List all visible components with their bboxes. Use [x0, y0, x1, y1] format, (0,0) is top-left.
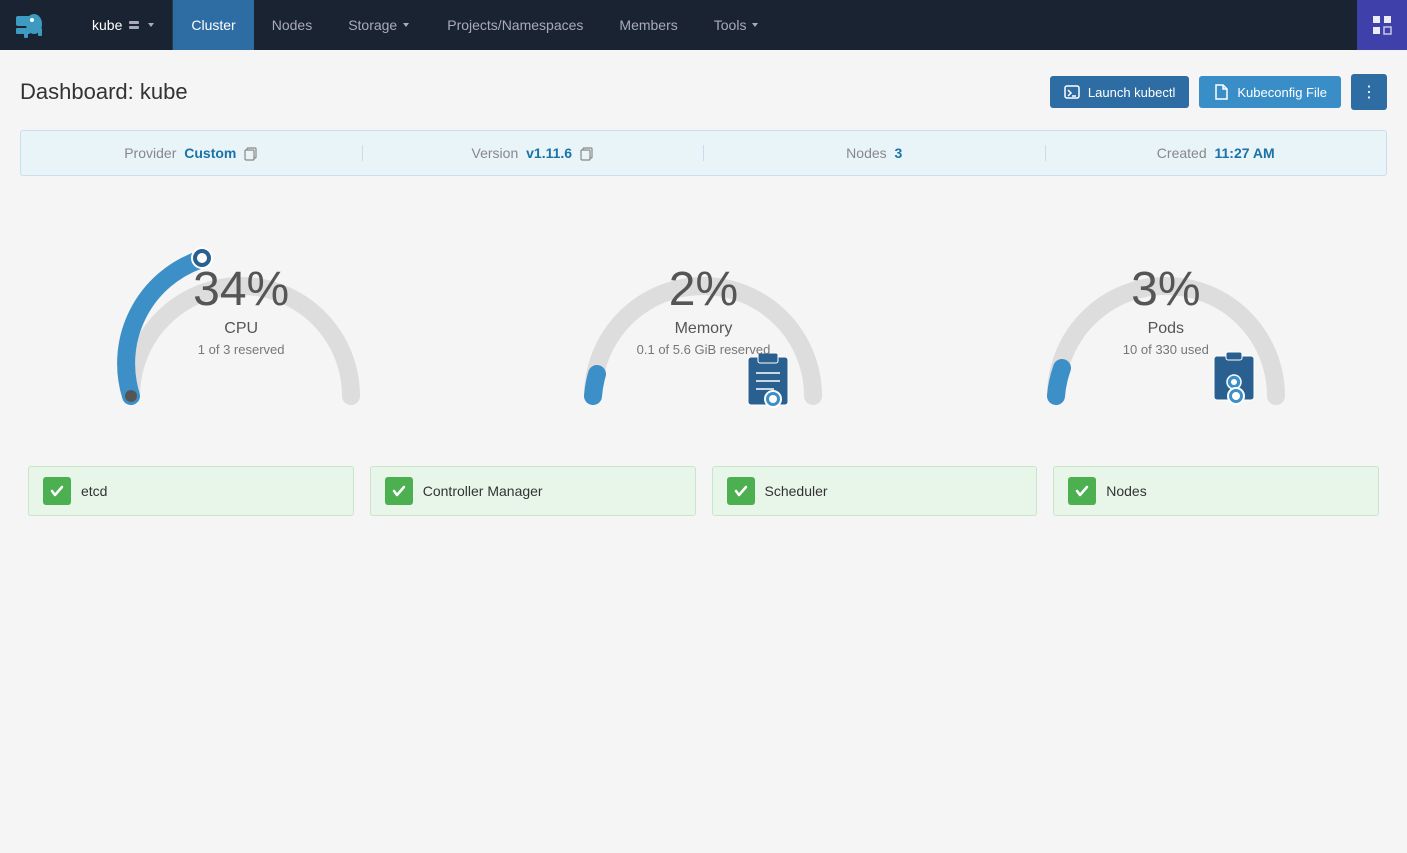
scheduler-label: Scheduler [765, 483, 828, 499]
nav-item-tools[interactable]: Tools [696, 0, 779, 50]
provider-info: Provider Custom [21, 145, 363, 161]
checkmark-icon [1074, 483, 1090, 499]
info-bar: Provider Custom Version v1.11.6 Nodes 3 [20, 130, 1387, 176]
nav-menu: Cluster Nodes Storage Projects/Namespace… [173, 0, 1357, 50]
cpu-gauge: 34% CPU 1 of 3 reserved [20, 206, 462, 426]
cluster-selector[interactable]: kube [76, 0, 173, 50]
status-scheduler: Scheduler [712, 466, 1038, 516]
main-content: Dashboard: kube Launch kubectl Kubeconfi… [0, 50, 1407, 546]
scheduler-check-icon [727, 477, 755, 505]
rancher-logo-icon [14, 8, 62, 42]
etcd-label: etcd [81, 483, 107, 499]
gauges-row: 34% CPU 1 of 3 reserved [20, 206, 1387, 426]
cluster-name: kube [92, 17, 122, 33]
page-title: Dashboard: kube [20, 79, 188, 105]
controller-manager-label: Controller Manager [423, 483, 543, 499]
header-actions: Launch kubectl Kubeconfig File ⋮ [1050, 74, 1387, 110]
nav-right [1357, 0, 1407, 50]
checkmark-icon [49, 483, 65, 499]
status-etcd: etcd [28, 466, 354, 516]
nav-item-members[interactable]: Members [601, 0, 695, 50]
nodes-status-label: Nodes [1106, 483, 1146, 499]
status-bar: etcd Controller Manager Scheduler [20, 466, 1387, 526]
copy-provider-button[interactable] [244, 147, 258, 161]
cpu-gauge-svg [91, 206, 391, 426]
controller-manager-check-icon [385, 477, 413, 505]
memory-gauge: 2% Memory 0.1 of 5.6 GiB reserved [482, 206, 924, 426]
file-icon [1213, 84, 1229, 100]
status-nodes: Nodes [1053, 466, 1379, 516]
pods-gauge-svg [1016, 206, 1316, 426]
server-icon [128, 19, 140, 31]
chevron-down-icon [146, 20, 156, 30]
nav-item-storage[interactable]: Storage [330, 0, 429, 50]
app-switcher-button[interactable] [1357, 0, 1407, 50]
status-controller-manager: Controller Manager [370, 466, 696, 516]
etcd-check-icon [43, 477, 71, 505]
grid-icon [1370, 13, 1394, 37]
page-header: Dashboard: kube Launch kubectl Kubeconfi… [20, 74, 1387, 110]
nav-item-projects[interactable]: Projects/Namespaces [429, 0, 601, 50]
brand[interactable] [0, 0, 76, 50]
version-info: Version v1.11.6 [363, 145, 705, 161]
chevron-down-icon [750, 20, 760, 30]
copy-icon [244, 147, 258, 161]
nav-item-cluster[interactable]: Cluster [173, 0, 253, 50]
launch-kubectl-button[interactable]: Launch kubectl [1050, 76, 1189, 108]
nodes-info: Nodes 3 [704, 145, 1046, 161]
more-options-button[interactable]: ⋮ [1351, 74, 1387, 110]
checkmark-icon [391, 483, 407, 499]
memory-gauge-svg [553, 206, 853, 426]
checkmark-icon [733, 483, 749, 499]
copy-version-button[interactable] [580, 147, 594, 161]
kubeconfig-button[interactable]: Kubeconfig File [1199, 76, 1341, 108]
navbar: kube Cluster Nodes Storage Projects/Name… [0, 0, 1407, 50]
nav-item-nodes[interactable]: Nodes [254, 0, 330, 50]
copy-icon [580, 147, 594, 161]
chevron-down-icon [401, 20, 411, 30]
terminal-icon [1064, 84, 1080, 100]
created-info: Created 11:27 AM [1046, 145, 1387, 161]
pods-gauge: 3% Pods 10 of 330 used [945, 206, 1387, 426]
nodes-check-icon [1068, 477, 1096, 505]
